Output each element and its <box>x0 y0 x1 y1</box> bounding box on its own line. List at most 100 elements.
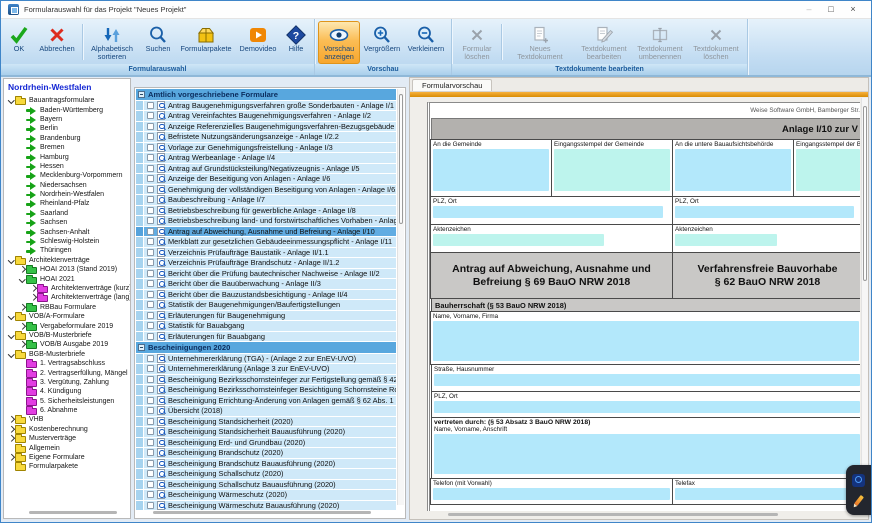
sort-alphabetical-button[interactable]: Alphabetisch sortieren <box>85 21 139 64</box>
demo-video-button[interactable]: Demovideo <box>235 21 281 64</box>
form-list-item[interactable]: Bericht über die Prüfung bautechnischer … <box>136 268 396 279</box>
form-list-item[interactable]: Bericht über die Bauüberwachung - Anlage… <box>136 279 396 290</box>
checkbox[interactable] <box>147 259 154 267</box>
form-list-item[interactable]: Baubeschreibung - Anlage I/7 <box>136 195 396 206</box>
rename-textdoc-button[interactable]: Textdokument umbenennen <box>632 21 688 64</box>
tree-item[interactable]: VOB/B-Musterbriefe <box>4 330 130 340</box>
zoom-out-button[interactable]: Verkleinern <box>404 21 448 64</box>
edit-textdoc-button[interactable]: Textdokument bearbeiten <box>576 21 632 64</box>
tree-item[interactable]: BGB-Musterbriefe <box>4 349 130 359</box>
form-list-item[interactable]: Erläuterungen für Baugenehmigung <box>136 310 396 321</box>
delete-form-button[interactable]: Formular löschen <box>455 21 499 64</box>
checkbox[interactable] <box>147 133 154 141</box>
tree-item[interactable]: Sachsen <box>4 218 130 228</box>
checkbox[interactable] <box>147 491 154 499</box>
cancel-button[interactable]: Abbrechen <box>34 21 80 64</box>
form-list-item[interactable]: Verzeichnis Prüfaufträge Brandschutz - A… <box>136 258 396 269</box>
form-list-item[interactable]: Antrag Baugenehmigungsverfahren große So… <box>136 100 396 111</box>
tree-item[interactable]: Architektenverträge (lang) <box>4 293 130 303</box>
checkbox[interactable] <box>147 449 154 457</box>
collapse-icon[interactable] <box>7 256 15 264</box>
collapse-icon[interactable] <box>7 97 15 105</box>
delete-textdoc-button[interactable]: Textdokument löschen <box>688 21 744 64</box>
checkbox[interactable] <box>147 248 154 256</box>
tree-item[interactable]: Kostenberechnung <box>4 424 130 434</box>
collapse-icon[interactable] <box>7 350 15 358</box>
form-list-item[interactable]: Antrag auf Grundstücksteilung/Negativzeu… <box>136 163 396 174</box>
checkbox[interactable] <box>147 428 154 436</box>
show-preview-button[interactable]: Vorschau anzeigen <box>318 21 360 64</box>
collapse-box-icon[interactable] <box>138 90 145 98</box>
form-list-item[interactable]: Antrag Vereinfachtes Baugenehmigungsverf… <box>136 111 396 122</box>
expand-icon[interactable] <box>29 285 37 293</box>
checkbox[interactable] <box>147 143 154 151</box>
checkbox[interactable] <box>147 101 154 109</box>
maximize-button[interactable]: □ <box>820 1 842 18</box>
checkbox[interactable] <box>147 354 154 362</box>
checkbox[interactable] <box>147 280 154 288</box>
form-list-item[interactable]: Übersicht (2018) <box>136 406 396 417</box>
minimize-button[interactable]: – <box>798 1 820 18</box>
form-list-item[interactable]: Anzeige Referenzielles Baugenehmigungsve… <box>136 121 396 132</box>
help-button[interactable]: ? Hilfe <box>281 21 311 64</box>
form-list-item[interactable]: Betriebsbeschreibung land- und forstwirt… <box>136 216 396 227</box>
list-vscrollbar-thumb[interactable] <box>399 94 403 224</box>
collapse-icon[interactable] <box>18 275 26 283</box>
checkbox[interactable] <box>147 438 154 446</box>
tree-item[interactable]: Musterverträge <box>4 434 130 444</box>
tree-item[interactable]: 5. Sicherheitsleistungen <box>4 396 130 406</box>
form-list-item[interactable]: Bescheinigung Wärmeschutz (2020) <box>136 490 396 501</box>
checkbox[interactable] <box>147 301 154 309</box>
checkbox[interactable] <box>147 290 154 298</box>
tree-item[interactable]: Berlin <box>4 124 130 134</box>
form-list-item[interactable]: Merkblatt zur gesetzlichen Gebäudeeinmes… <box>136 237 396 248</box>
expand-icon[interactable] <box>7 454 15 462</box>
preview-vscrollbar-thumb[interactable] <box>863 106 867 281</box>
form-list-item[interactable]: Betriebsbeschreibung für gewerbliche Anl… <box>136 205 396 216</box>
preview-hscrollbar[interactable] <box>448 513 778 516</box>
expand-icon[interactable] <box>18 303 26 311</box>
checkbox[interactable] <box>147 386 154 394</box>
tree-item[interactable]: VHB <box>4 415 130 425</box>
expand-icon[interactable] <box>18 341 26 349</box>
form-list-item[interactable]: Bescheinigung Bezirksschornsteinfeger zu… <box>136 374 396 385</box>
form-list-item[interactable]: Bescheinigung Erd- und Grundbau (2020) <box>136 437 396 448</box>
tree-item[interactable]: Hessen <box>4 162 130 171</box>
list-vscrollbar[interactable] <box>397 89 404 505</box>
collapse-box-icon[interactable] <box>138 343 145 351</box>
form-list-item[interactable]: Bescheinigung Schallschutz (2020) <box>136 469 396 480</box>
tree-item[interactable]: Bremen <box>4 143 130 153</box>
tree-item[interactable]: Rheinland-Pfalz <box>4 199 130 209</box>
form-list-item[interactable]: Bericht über die Bauzustandsbesichtigung… <box>136 289 396 300</box>
form-list-item[interactable]: Statistik der Baugenehmigungen/Baufertig… <box>136 300 396 311</box>
tree-item[interactable]: Schleswig-Holstein <box>4 237 130 247</box>
tree-item[interactable]: Bayern <box>4 115 130 124</box>
tree-item[interactable]: 6. Abnahme <box>4 406 130 416</box>
form-list-item[interactable]: Verzeichnis Prüfaufträge Baustatik - Anl… <box>136 247 396 258</box>
form-list-item[interactable]: Befristete Nutzungsänderungsanzeige - An… <box>136 132 396 143</box>
checkbox[interactable] <box>147 206 154 214</box>
tree-item[interactable]: Mecklenburg-Vorpommern <box>4 171 130 181</box>
checkbox[interactable] <box>147 164 154 172</box>
zoom-in-button[interactable]: Vergrößern <box>360 21 404 64</box>
list-section-header[interactable]: Amtlich vorgeschriebene Formulare <box>136 89 396 101</box>
tree-item[interactable]: Bauantragsformulare <box>4 96 130 106</box>
tab-formularvorschau[interactable]: Formularvorschau <box>412 79 493 91</box>
checkbox[interactable] <box>147 175 154 183</box>
tree-item[interactable]: Baden-Württemberg <box>4 105 130 115</box>
checkbox[interactable] <box>147 480 154 488</box>
form-list-item[interactable]: Bescheinigung Standsicherheit (2020) <box>136 416 396 427</box>
checkbox[interactable] <box>147 396 154 404</box>
tree-item[interactable]: Hamburg <box>4 152 130 162</box>
tree-item[interactable]: Niedersachsen <box>4 181 130 190</box>
expand-icon[interactable] <box>18 322 26 330</box>
tree-item[interactable]: Architektenverträge (kurz) <box>4 284 130 293</box>
checkbox[interactable] <box>147 365 154 373</box>
form-list-item[interactable]: Unternehmererklärung (TGA) - (Anlage 2 z… <box>136 353 396 364</box>
form-list-item[interactable]: Genehmigung der vollständigen Beseitigun… <box>136 184 396 195</box>
list-hscrollbar[interactable] <box>153 511 371 514</box>
tree-item[interactable]: HOAI 2021 <box>4 274 130 284</box>
tree-item[interactable]: Vergabeformulare 2019 <box>4 321 130 331</box>
checkbox[interactable] <box>147 375 154 383</box>
form-list-item[interactable]: Unternehmererklärung (Anlage 3 zur EnEV-… <box>136 364 396 375</box>
